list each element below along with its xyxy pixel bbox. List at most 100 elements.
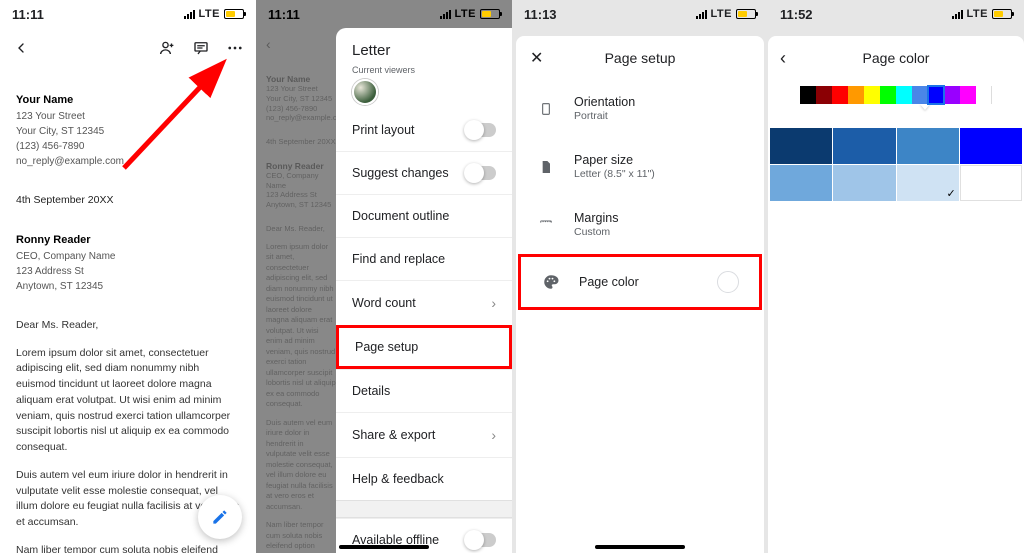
status-right: LTE xyxy=(696,8,756,20)
margins-icon xyxy=(536,218,556,232)
hue-pointer xyxy=(920,104,930,110)
sender-city: Your City, ST 12345 xyxy=(16,124,240,139)
menu-page-setup[interactable]: Page setup xyxy=(336,325,512,369)
hue-cyan[interactable] xyxy=(896,86,912,104)
toggle-print-layout[interactable] xyxy=(466,123,496,137)
status-time: 11:11 xyxy=(268,7,300,22)
menu-share-export[interactable]: Share & export › xyxy=(336,412,512,457)
shade-darkblue3[interactable] xyxy=(770,128,832,164)
recipient-title: CEO, Company Name xyxy=(16,249,240,264)
shade-pureblue[interactable] xyxy=(960,128,1022,164)
screen-doc-view: 11:11 LTE Your Name 123 Your Street xyxy=(0,0,256,553)
option-margins[interactable]: Margins Custom xyxy=(516,196,764,254)
network-label: LTE xyxy=(199,8,220,20)
status-time: 11:52 xyxy=(780,7,813,22)
option-paper-size[interactable]: Paper size Letter (8.5" x 11") xyxy=(516,138,764,196)
page-color-title: Page color xyxy=(863,50,930,66)
edit-fab[interactable] xyxy=(198,495,242,539)
status-right: LTE xyxy=(952,8,1012,20)
status-bar: 11:11 LTE xyxy=(256,0,512,28)
menu-find-replace[interactable]: Find and replace xyxy=(336,237,512,280)
battery-icon xyxy=(992,9,1012,19)
body-para3: Nam liber tempor cum soluta nobis eleife… xyxy=(16,543,240,553)
current-viewers-label: Current viewers xyxy=(336,65,512,79)
hue-orange[interactable] xyxy=(848,86,864,104)
option-page-color[interactable]: Page color xyxy=(518,254,762,310)
status-bar: 11:11 LTE xyxy=(0,0,256,28)
shade-grid: ✓ xyxy=(768,110,1024,201)
letter-date: 4th September 20XX xyxy=(16,193,240,209)
signal-icon xyxy=(184,10,195,19)
shade-blue[interactable] xyxy=(897,128,959,164)
network-label: LTE xyxy=(455,8,476,20)
paper-size-icon xyxy=(536,159,556,175)
hue-black[interactable] xyxy=(800,86,816,104)
chevron-right-icon: › xyxy=(491,295,496,311)
screen-menu-sheet: 11:11 LTE ‹ Your Name 123 Your Street Yo… xyxy=(256,0,512,553)
shade-lightblue2[interactable] xyxy=(833,165,895,201)
battery-icon xyxy=(480,9,500,19)
hue-blue-selected[interactable] xyxy=(928,86,944,104)
hue-darkred[interactable] xyxy=(816,86,832,104)
menu-divider xyxy=(336,500,512,518)
page-setup-title: Page setup xyxy=(605,50,676,66)
signal-icon xyxy=(952,10,963,19)
screen-page-setup: 11:13 LTE ✕ Page setup Orientation Portr… xyxy=(512,0,768,553)
palette-icon xyxy=(541,273,561,291)
network-label: LTE xyxy=(711,8,732,20)
shade-lightblue1[interactable] xyxy=(770,165,832,201)
menu-help-feedback[interactable]: Help & feedback xyxy=(336,457,512,500)
menu-print-layout[interactable]: Print layout xyxy=(336,115,512,151)
menu-document-outline[interactable]: Document outline xyxy=(336,194,512,237)
dimmed-doc: ‹ Your Name 123 Your Street Your City, S… xyxy=(256,28,336,553)
orientation-icon xyxy=(536,101,556,117)
page-color-sheet: ‹ Page color ✓ xyxy=(768,36,1024,553)
sender-email: no_reply@example.com xyxy=(16,154,240,169)
shade-white[interactable] xyxy=(960,165,1022,201)
sheet-header: ‹ Page color xyxy=(768,36,1024,80)
hue-color-strip[interactable] xyxy=(800,86,992,104)
salutation: Dear Ms. Reader, xyxy=(16,318,240,334)
sheet-title: Letter xyxy=(336,28,512,65)
more-icon[interactable] xyxy=(226,39,244,57)
toggle-offline[interactable] xyxy=(466,533,496,547)
close-icon[interactable]: ✕ xyxy=(530,48,543,68)
sender-phone: (123) 456-7890 xyxy=(16,139,240,154)
back-icon[interactable]: ‹ xyxy=(780,48,786,69)
status-right: LTE xyxy=(440,8,500,20)
hue-cornflower[interactable] xyxy=(912,86,928,104)
home-indicator xyxy=(339,545,429,549)
sender-street: 123 Your Street xyxy=(16,109,240,124)
recipient-name: Ronny Reader xyxy=(16,232,240,249)
signal-icon xyxy=(696,10,707,19)
recipient-city: Anytown, ST 12345 xyxy=(16,279,240,294)
menu-suggest-changes[interactable]: Suggest changes xyxy=(336,151,512,194)
hue-green[interactable] xyxy=(880,86,896,104)
hue-red[interactable] xyxy=(832,86,848,104)
network-label: LTE xyxy=(967,8,988,20)
shade-darkblue2[interactable] xyxy=(833,128,895,164)
menu-details[interactable]: Details xyxy=(336,369,512,412)
current-color-swatch xyxy=(717,271,739,293)
status-bar: 11:52 LTE xyxy=(768,0,1024,28)
comment-icon[interactable] xyxy=(192,39,210,57)
overflow-menu-sheet: Letter Current viewers Print layout Sugg… xyxy=(336,28,512,553)
back-icon[interactable] xyxy=(12,39,30,57)
hue-purple[interactable] xyxy=(944,86,960,104)
status-right: LTE xyxy=(184,8,244,20)
option-orientation[interactable]: Orientation Portrait xyxy=(516,80,764,138)
toggle-suggest[interactable] xyxy=(466,166,496,180)
home-indicator xyxy=(595,545,685,549)
hue-yellow[interactable] xyxy=(864,86,880,104)
viewer-avatar[interactable] xyxy=(352,79,378,105)
add-person-icon[interactable] xyxy=(158,39,176,57)
status-time: 11:13 xyxy=(524,7,557,22)
menu-word-count[interactable]: Word count › xyxy=(336,280,512,325)
sheet-header: ✕ Page setup xyxy=(516,36,764,80)
page-setup-sheet: ✕ Page setup Orientation Portrait Paper … xyxy=(516,36,764,553)
status-bar: 11:13 LTE xyxy=(512,0,768,28)
hue-white[interactable] xyxy=(976,86,992,104)
hue-magenta[interactable] xyxy=(960,86,976,104)
recipient-street: 123 Address St xyxy=(16,264,240,279)
shade-lightblue3[interactable]: ✓ xyxy=(897,165,959,201)
